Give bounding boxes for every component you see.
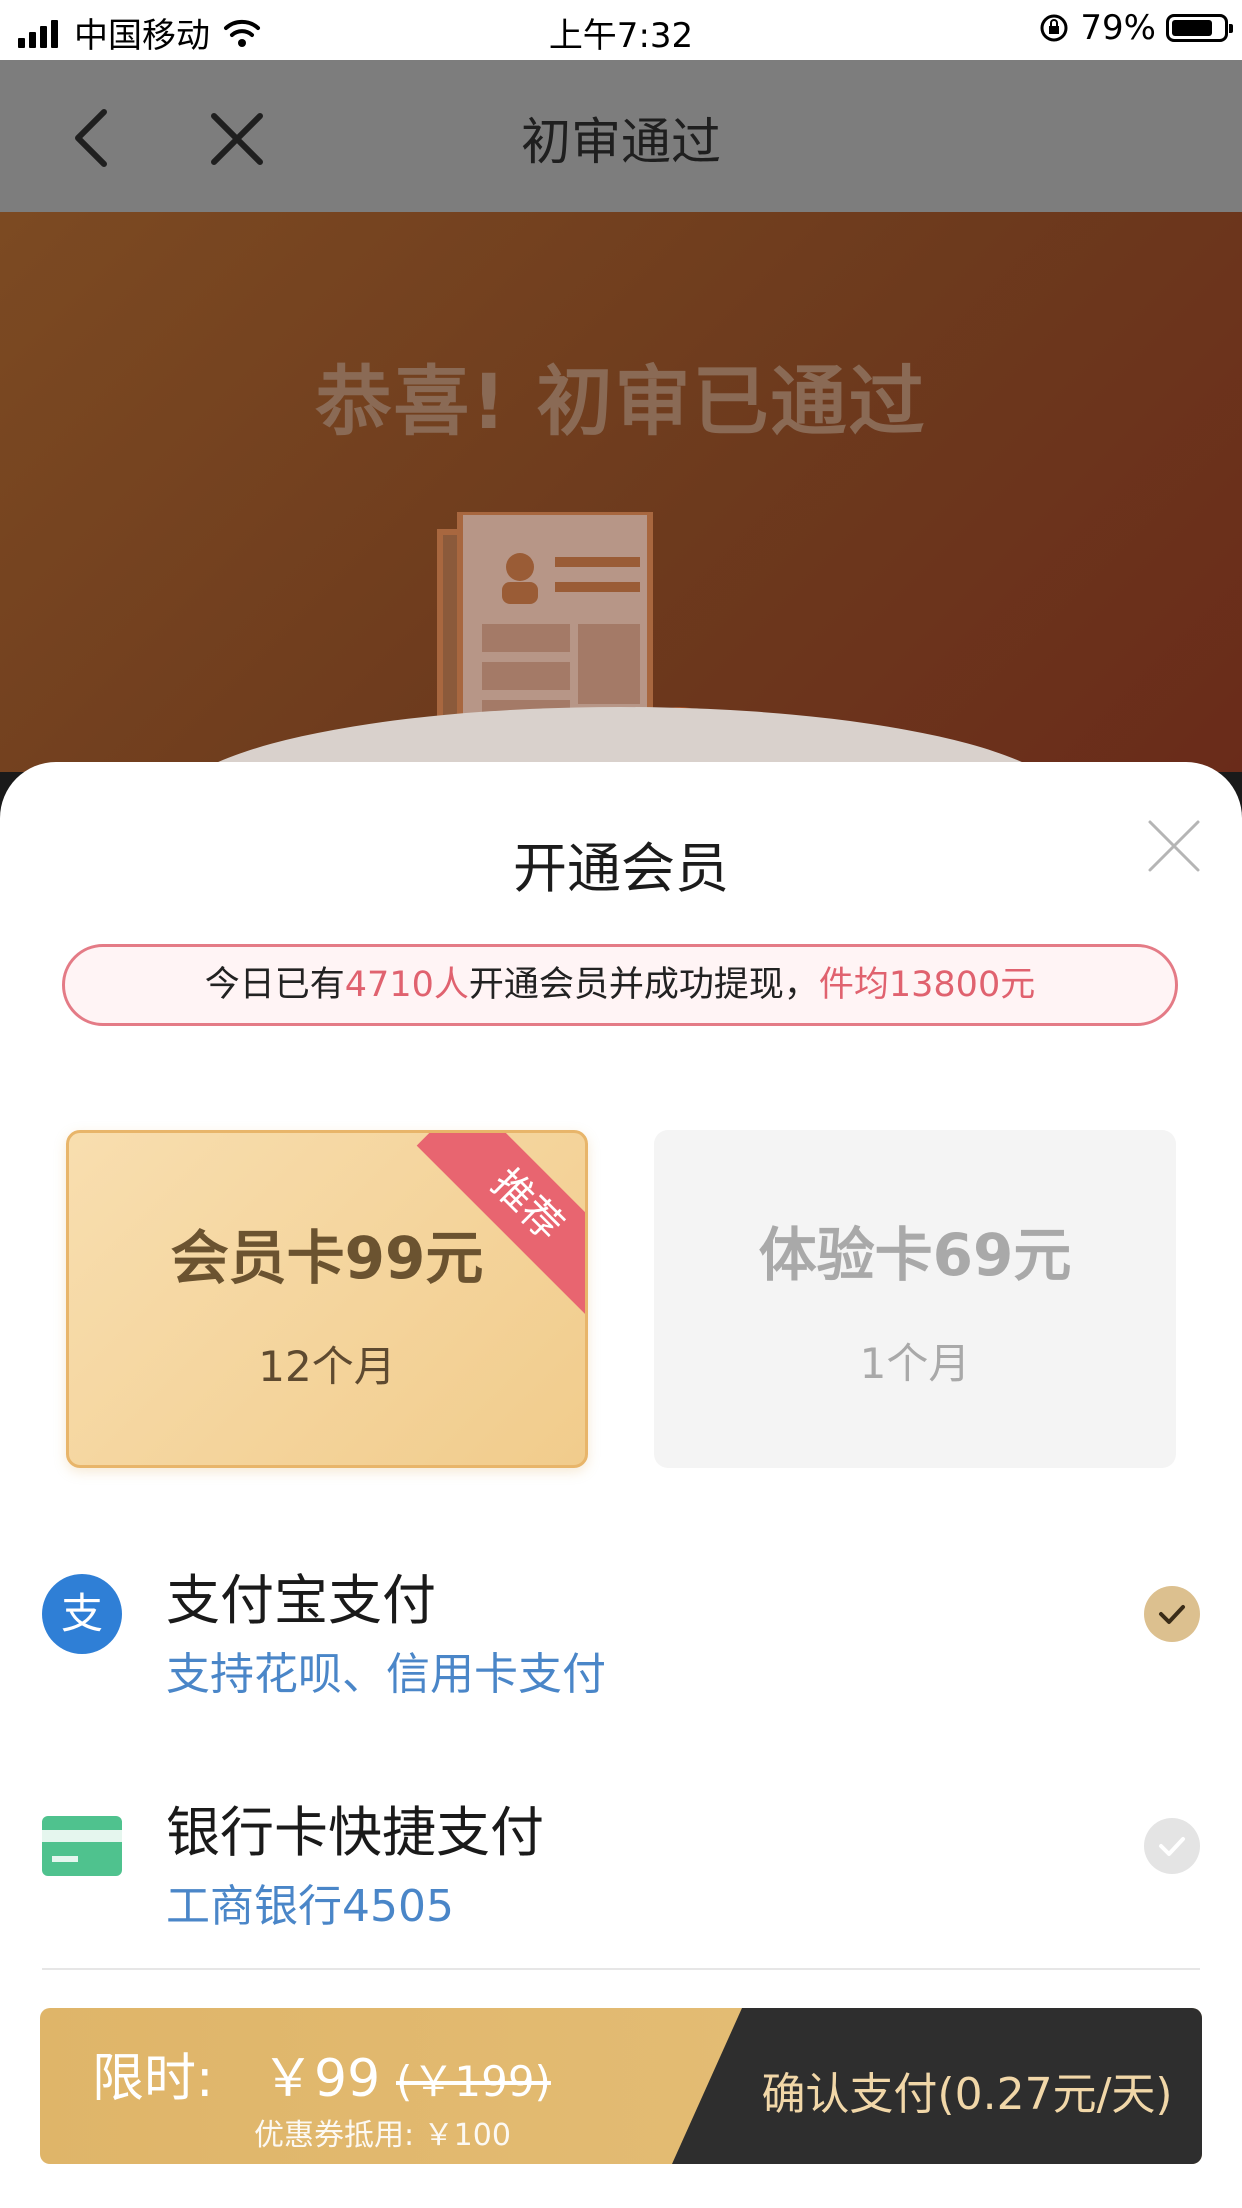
sheet-close-icon[interactable] [1146,818,1202,874]
battery-percent: 79% [1080,8,1156,48]
confirm-pay-button[interactable]: 确认支付(0.27元/天) [672,2008,1202,2164]
plan-card-vip[interactable]: 会员卡99元 12个月 推荐 [66,1130,588,1468]
plan-term: 1个月 [859,1339,971,1388]
divider [42,1968,1200,1970]
status-right: 79% [1038,8,1233,48]
notice-count: 4710人 [344,965,469,1005]
plan-term: 12个月 [258,1342,396,1391]
plan-card-trial[interactable]: 体验卡69元 1个月 [654,1130,1176,1468]
payment-name: 银行卡快捷支付 [166,1801,544,1864]
confirm-pay-label: 确认支付(0.27元/天) [761,2069,1173,2120]
payment-name: 支付宝支付 [166,1569,436,1632]
payment-subtitle: 支持花呗、信用卡支付 [166,1649,606,1700]
notice-prefix: 今日已有 [204,965,345,1005]
battery-icon [1166,14,1233,42]
notice-average: 件均13800元 [818,965,1036,1005]
membership-sheet: 开通会员 今日已有4710人开通会员并成功提现，件均13800元 会员卡99元 … [0,762,1242,2208]
hero-banner: 恭喜! 初审已通过 [0,212,1242,772]
page-title: 初审通过 [521,113,721,171]
plan-name: 体验卡69元 [758,1221,1072,1289]
check-unselected-icon[interactable] [1144,1818,1200,1874]
original-price: (￥199) [396,2057,551,2106]
notice-middle: 开通会员并成功提现， [468,965,819,1005]
payment-subtitle: 工商银行4505 [166,1881,454,1932]
sheet-title: 开通会员 [513,837,729,900]
status-bar: 中国移动 上午7:32 79% [0,0,1242,60]
bank-card-icon [42,1816,122,1876]
coupon-note: 优惠券抵用: ￥100 [254,2118,511,2153]
check-selected-icon[interactable] [1144,1586,1200,1642]
payment-option-alipay[interactable]: 支 支付宝支付 支持花呗、信用卡支付 [0,1530,1242,1710]
navbar: 初审通过 [0,60,1242,212]
limit-label: 限时: [92,2049,214,2109]
notice-banner: 今日已有4710人开通会员并成功提现，件均13800元 [62,944,1178,1026]
alipay-glyph: 支 [61,1589,103,1638]
hero-title: 恭喜! 初审已通过 [315,357,927,446]
sale-price: ￥99 [262,2049,381,2109]
alipay-icon: 支 [42,1574,122,1654]
payment-bar: 限时: ￥99 (￥199) 优惠券抵用: ￥100 确认支付(0.27元/天) [40,2008,1202,2164]
rotation-lock-icon [1040,14,1068,42]
payment-option-bank[interactable]: 银行卡快捷支付 工商银行4505 [0,1762,1242,1942]
